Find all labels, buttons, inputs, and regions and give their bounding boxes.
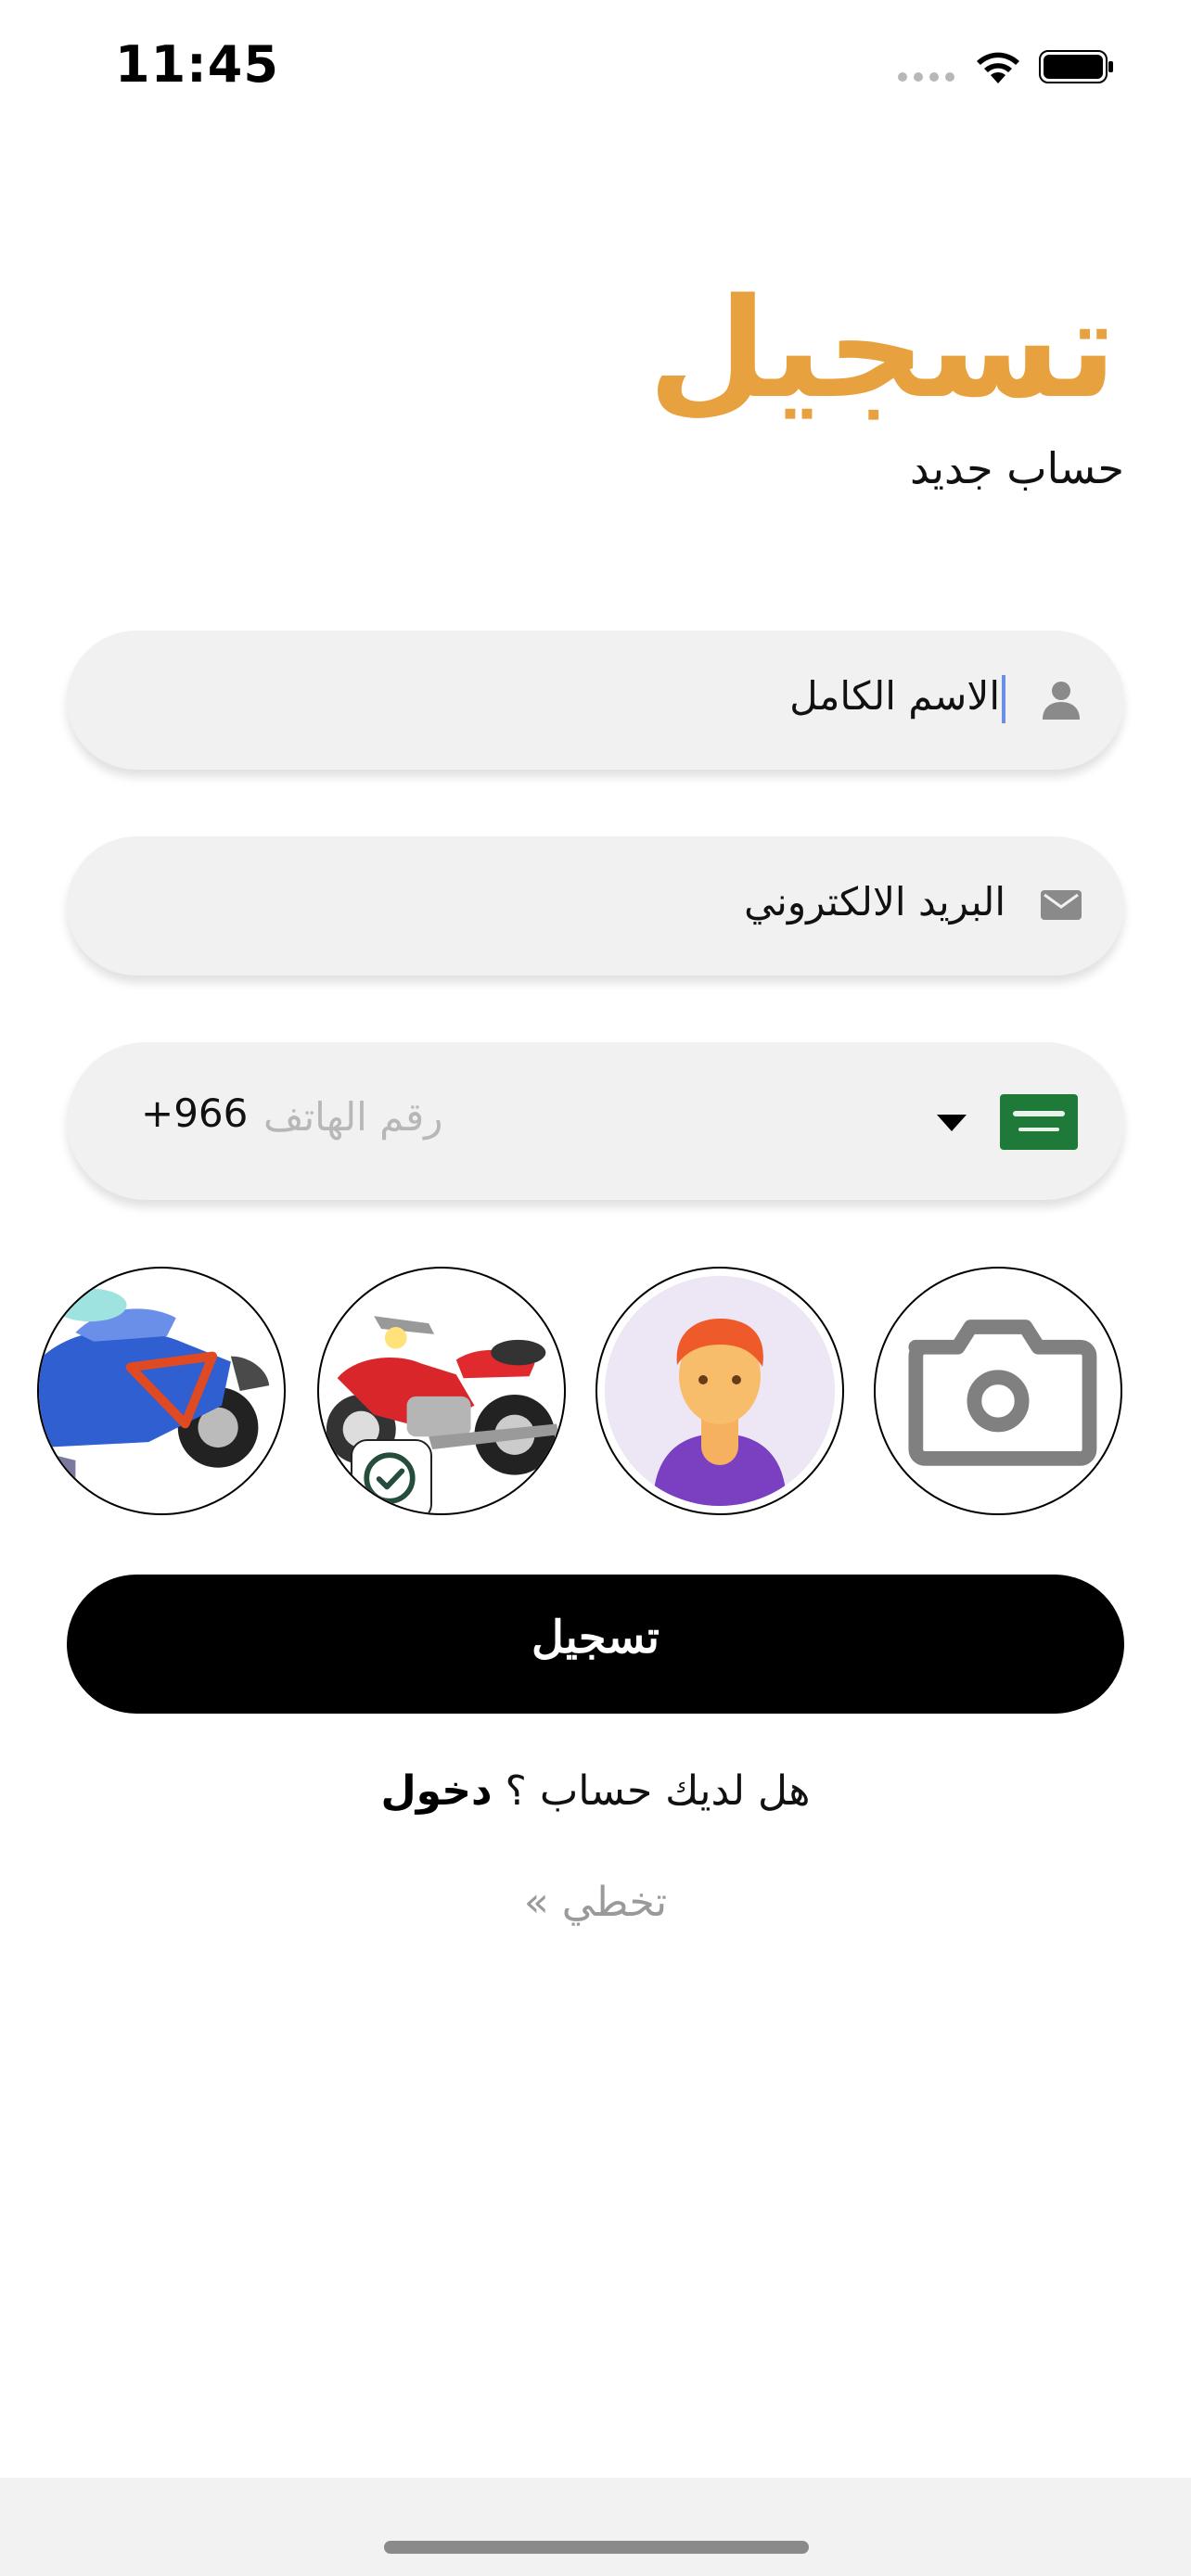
email-input[interactable]: البريد الالكتروني: [744, 879, 1005, 925]
cellular-signal-icon: [898, 72, 955, 83]
phone-field[interactable]: رقم الهاتف +966: [67, 1042, 1124, 1200]
page-title: تسجيل: [647, 269, 1117, 428]
status-bar: 11:45: [0, 0, 1191, 130]
selected-check-icon: [351, 1439, 432, 1513]
chevron-down-icon[interactable]: [937, 1115, 967, 1131]
country-code: +966: [141, 1090, 249, 1136]
skip-link[interactable]: تخطي »: [0, 1879, 1191, 1926]
login-link[interactable]: دخول: [380, 1767, 492, 1815]
home-indicator[interactable]: [384, 2541, 809, 2554]
person-icon: [1043, 682, 1080, 720]
mail-icon: [1041, 890, 1082, 920]
home-area: [0, 2478, 1191, 2576]
register-button[interactable]: تسجيل: [67, 1575, 1124, 1714]
avatar-picker: [0, 1267, 1191, 1523]
page-subtitle: حساب جديد: [910, 443, 1124, 493]
login-prompt-text: هل لديك حساب ؟: [505, 1767, 811, 1815]
phone-input[interactable]: رقم الهاتف: [263, 1094, 442, 1140]
camera-icon: [908, 1320, 1097, 1466]
register-button-label: تسجيل: [531, 1613, 660, 1663]
battery-icon: [1039, 50, 1113, 83]
red-motorcycle-avatar-option[interactable]: [317, 1267, 566, 1515]
camera-avatar-option[interactable]: [874, 1267, 1122, 1515]
wifi-icon: [977, 52, 1019, 83]
full-name-field[interactable]: الاسم الكامل: [67, 631, 1124, 770]
person-avatar-icon: [653, 1319, 787, 1506]
blue-motorcycle-icon: [39, 1288, 270, 1498]
email-field[interactable]: البريد الالكتروني: [67, 836, 1124, 976]
status-time: 11:45: [115, 35, 279, 94]
text-cursor: [1002, 674, 1005, 723]
saudi-flag-icon[interactable]: [1000, 1094, 1078, 1150]
login-prompt: هل لديك حساب ؟ دخول: [0, 1767, 1191, 1815]
person-avatar-option[interactable]: [596, 1267, 844, 1515]
blue-motorcycle-avatar-option[interactable]: [37, 1267, 286, 1515]
full-name-input[interactable]: الاسم الكامل: [789, 673, 1000, 719]
